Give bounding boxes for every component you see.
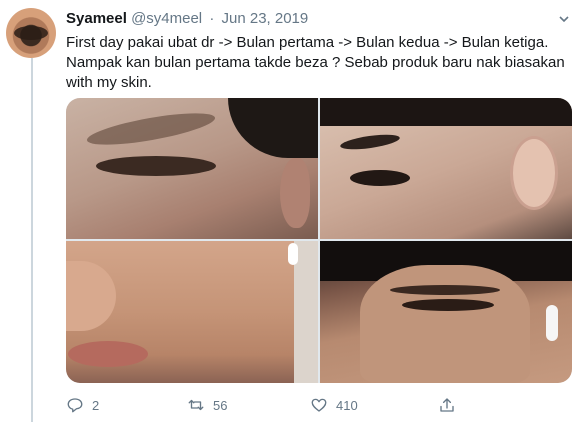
reply-button[interactable]: 2 — [66, 395, 99, 415]
retweet-icon — [188, 399, 204, 411]
tweet-text-line: with my skin. — [66, 74, 152, 91]
photo-detail — [85, 106, 217, 152]
tweet[interactable]: Syameel @sy4meel · Jun 23, 2019 First da… — [0, 0, 585, 422]
tweet-header: Syameel @sy4meel · Jun 23, 2019 — [66, 10, 308, 28]
chevron-down-icon[interactable] — [557, 12, 571, 26]
share-button[interactable] — [438, 395, 464, 415]
retweet-button[interactable]: 56 — [187, 395, 227, 415]
tweet-date[interactable]: Jun 23, 2019 — [222, 10, 309, 27]
photo-detail — [68, 341, 148, 367]
tweet-actions: 2 56 410 — [66, 395, 506, 415]
tweet-text-line: First day pakai ubat dr -> Bulan pertama… — [66, 34, 549, 51]
heart-icon — [311, 398, 327, 412]
share-icon — [440, 398, 454, 412]
avatar[interactable] — [6, 8, 56, 58]
separator: · — [209, 10, 215, 27]
reply-icon — [67, 398, 83, 413]
media-grid — [66, 98, 572, 383]
photo-detail — [350, 170, 410, 186]
photo-2[interactable] — [320, 98, 572, 239]
photo-detail — [288, 243, 298, 265]
photo-3[interactable] — [66, 241, 318, 383]
photo-detail — [339, 131, 401, 153]
photo-detail — [294, 241, 318, 383]
like-count: 410 — [336, 397, 358, 413]
display-name[interactable]: Syameel — [66, 10, 127, 27]
photo-detail — [510, 136, 558, 210]
like-button[interactable]: 410 — [310, 395, 358, 415]
avatar-image — [14, 26, 48, 40]
tweet-text-line: Nampak kan bulan pertama takde beza ? Se… — [66, 54, 565, 71]
photo-4[interactable] — [320, 241, 572, 383]
photo-detail — [66, 261, 116, 331]
photo-detail — [280, 158, 310, 228]
reply-count: 2 — [92, 397, 100, 413]
thread-line — [31, 58, 33, 422]
photo-1[interactable] — [66, 98, 318, 239]
photo-detail — [390, 285, 500, 295]
photo-detail — [228, 98, 318, 158]
photo-detail — [320, 98, 572, 126]
photo-detail — [402, 299, 494, 311]
user-handle[interactable]: @sy4meel — [131, 10, 202, 27]
retweet-count: 56 — [213, 397, 228, 413]
photo-detail — [360, 265, 530, 383]
tweet-text: First day pakai ubat dr -> Bulan pertama… — [66, 33, 566, 93]
photo-detail — [96, 156, 216, 176]
photo-detail — [546, 305, 558, 341]
